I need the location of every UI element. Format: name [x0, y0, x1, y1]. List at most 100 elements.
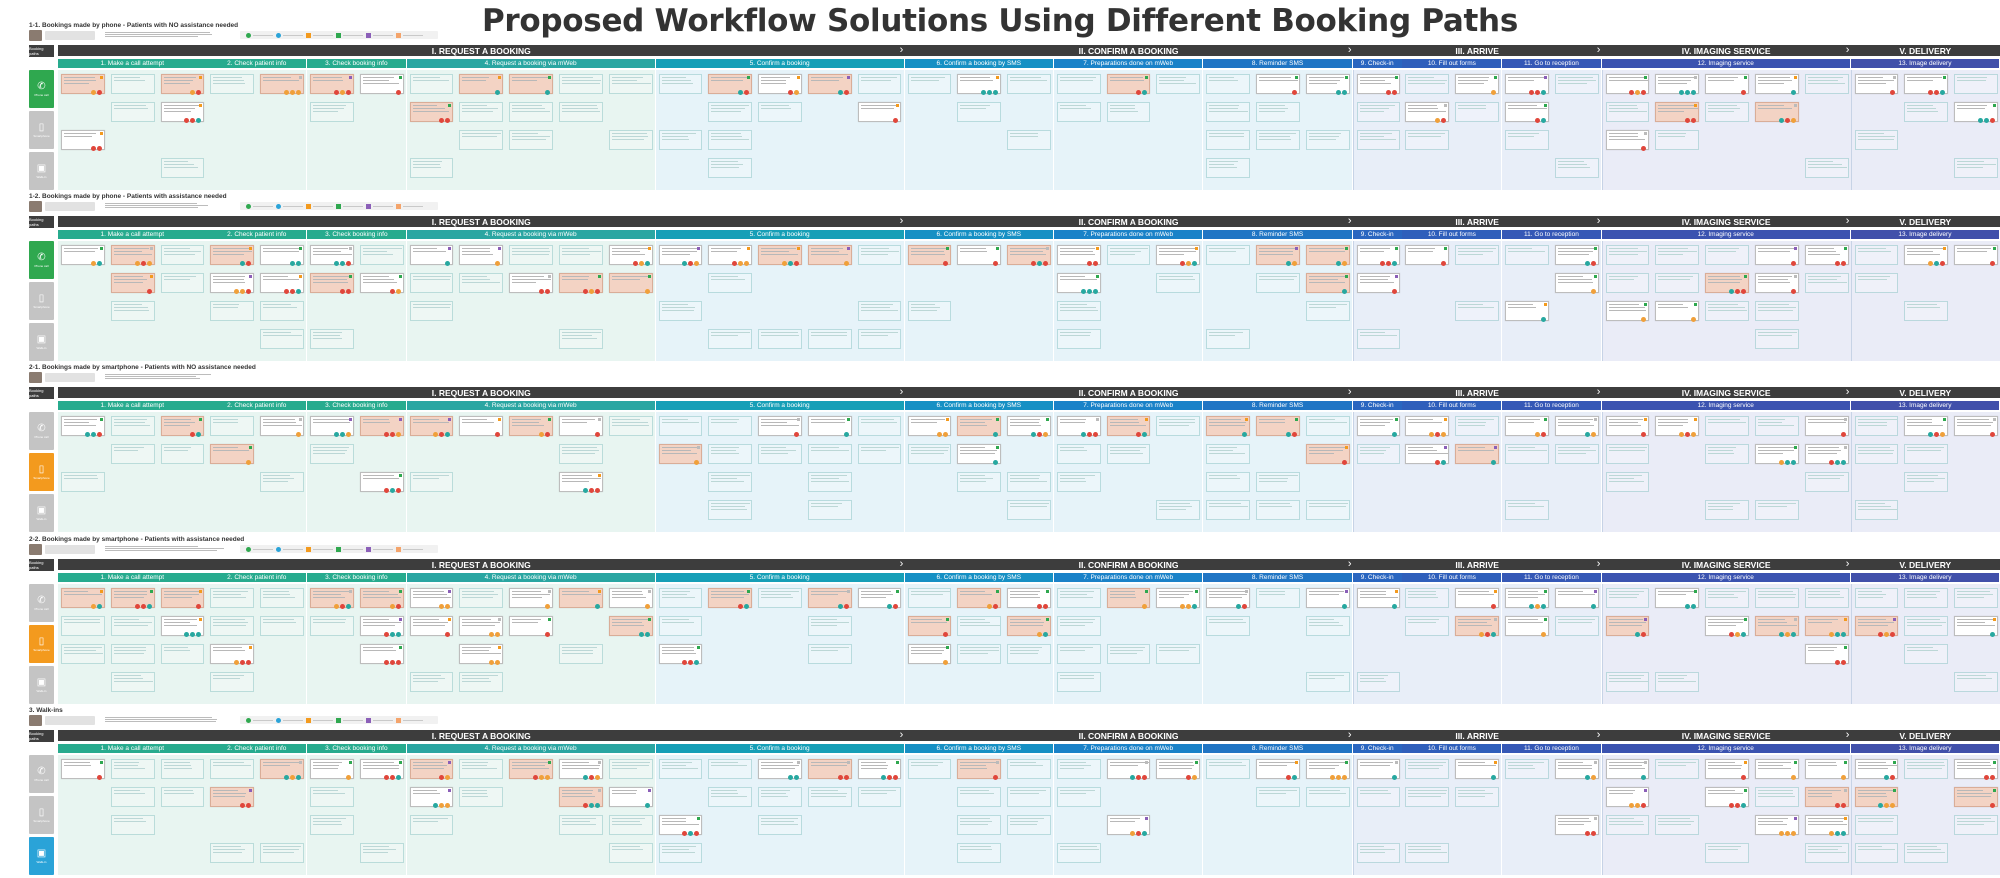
note-text-line [1557, 276, 1583, 278]
note-text-line [960, 450, 997, 452]
note-text-line [412, 793, 440, 795]
note-text-line [561, 453, 595, 455]
legend-text [283, 548, 303, 550]
note-text-line [1308, 282, 1345, 284]
note-text-line [960, 422, 985, 424]
legend-swatch [246, 717, 251, 723]
note-text-line [163, 765, 191, 767]
step-header: 2. Check patient info [207, 744, 307, 753]
note-text-line [213, 849, 246, 851]
phase-2: II. CONFIRM A BOOKING [1078, 45, 1179, 56]
note-text-line [462, 251, 490, 253]
note-text-line [810, 248, 843, 250]
booking-paths-label: Booking paths [29, 730, 54, 742]
note-text-line [113, 251, 143, 253]
placeholder-note [409, 273, 454, 293]
placeholder-note [907, 588, 952, 608]
placeholder-note [807, 329, 852, 349]
owner-dot [1989, 118, 1995, 123]
note-text-line [113, 681, 153, 683]
placeholder-note [708, 273, 753, 293]
booking-path-walkin[interactable]: ▣ Walk-in [29, 494, 54, 532]
booking-path-walkin[interactable]: ▣ Walk-in [29, 323, 54, 361]
owner-dot [644, 261, 650, 266]
booking-path-phone[interactable]: ✆ Phone call [29, 70, 54, 108]
owner-dot [1635, 803, 1641, 808]
booking-path-smartphone[interactable]: ▯ Smartphone [29, 111, 54, 149]
note-text-line [312, 279, 348, 281]
owner-dot [1584, 775, 1590, 780]
owner-dot [1641, 146, 1647, 151]
note-text-line [113, 765, 139, 767]
note-text-line [1907, 307, 1940, 309]
status-tag [1593, 247, 1597, 250]
step-header: 8. Reminder SMS [1203, 401, 1352, 410]
note-text-line [213, 846, 242, 848]
owner-dot [389, 604, 395, 609]
booking-path-smartphone[interactable]: ▯ Smartphone [29, 796, 54, 834]
note-text-line [1857, 622, 1895, 624]
booking-path-phone[interactable]: ✆ Phone call [29, 412, 54, 450]
note-text-line [1708, 422, 1746, 424]
booking-path-smartphone[interactable]: ▯ Smartphone [29, 282, 54, 320]
note-text-line [561, 419, 596, 421]
status-tag [1344, 247, 1348, 250]
process-note [1554, 416, 1599, 437]
phase-1: I. REQUEST A BOOKING [431, 730, 531, 741]
placeholder-note [1605, 444, 1650, 464]
note-text-line [1658, 425, 1683, 427]
status-tag [1644, 761, 1648, 764]
owner-dot [389, 289, 395, 294]
note-text-line [1010, 622, 1045, 624]
note-text-line [711, 503, 750, 505]
smartphone-icon: ▯ [38, 807, 45, 818]
note-text-line [1857, 276, 1890, 278]
note-text-line [64, 248, 98, 250]
owner-dot [1441, 460, 1447, 465]
note-text-line [1209, 332, 1244, 334]
note-text-line [711, 790, 737, 792]
step-column [58, 584, 207, 704]
note-text-line [1608, 594, 1640, 596]
process-note [359, 759, 404, 780]
description-line [105, 378, 200, 379]
note-text-line [312, 453, 346, 455]
booking-path-walkin[interactable]: ▣ Walk-in [29, 666, 54, 704]
legend-text [373, 34, 393, 36]
owner-dot [688, 261, 694, 266]
note-text-line [1658, 594, 1687, 596]
note-text-line [860, 594, 893, 596]
status-tag [1644, 789, 1648, 792]
note-text-line [412, 108, 445, 110]
note-text-line [1557, 619, 1595, 621]
process-note [61, 416, 105, 437]
status-tag [1694, 104, 1698, 107]
owner-dot [688, 660, 694, 665]
booking-path-phone[interactable]: ✆ Phone call [29, 241, 54, 279]
step-column [1053, 755, 1203, 875]
owner-dot [993, 261, 999, 266]
process-note [1056, 245, 1101, 266]
note-text-line [1059, 332, 1092, 334]
placeholder-note [459, 273, 504, 293]
note-text-line [312, 790, 339, 792]
note-text-line [1758, 108, 1792, 110]
booking-path-smartphone[interactable]: ▯ Smartphone [29, 625, 54, 663]
note-text-line [1608, 793, 1634, 795]
booking-path-phone[interactable]: ✆ Phone call [29, 755, 54, 793]
owner-dot [1590, 604, 1596, 609]
owner-dot [1435, 432, 1441, 437]
process-note [1455, 759, 1500, 780]
booking-path-smartphone[interactable]: ▯ Smartphone [29, 453, 54, 491]
step-header: 11. Go to reception [1502, 59, 1601, 68]
note-text-line [1010, 481, 1047, 483]
placeholder-note [708, 329, 753, 349]
note-text-line [1359, 793, 1391, 795]
status-tag [647, 590, 651, 593]
process-note [359, 588, 404, 609]
booking-path-walkin[interactable]: ▣ Walk-in [29, 152, 54, 190]
booking-path-walkin[interactable]: ▣ Walk-in [29, 837, 54, 875]
scenario-4: 2-2. Bookings made by smartphone - Patie… [0, 536, 2000, 705]
booking-path-phone[interactable]: ✆ Phone call [29, 584, 54, 622]
note-text-line [1359, 762, 1394, 764]
